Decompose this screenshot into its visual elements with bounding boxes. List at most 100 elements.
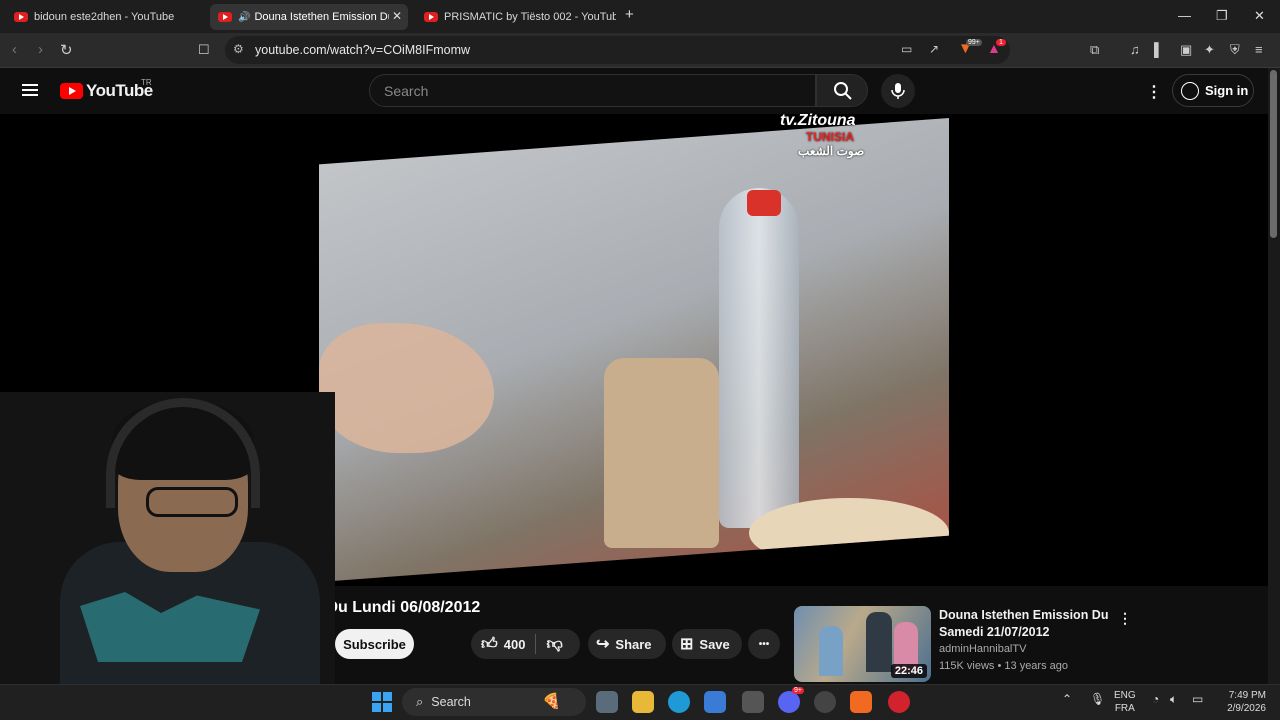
video-hand-shape [319,323,494,453]
tab-prismatic[interactable]: PRISMATIC by Tiësto 002 - YouTube [416,4,616,30]
video-frame [319,118,949,582]
search-input[interactable]: Search [369,74,816,107]
search-icon [834,82,852,100]
task-view-icon[interactable] [596,691,618,713]
forward-icon[interactable]: › [38,41,43,58]
recommended-video[interactable]: 22:46 Douna Istethen Emission Du Samedi … [794,606,1134,682]
watermark-red: TUNISIA [806,130,854,144]
battery-icon[interactable]: ▭ [1192,693,1203,706]
recommended-meta: 115K views • 13 years ago [939,660,1068,672]
like-count: 400 [503,636,526,652]
cast-icon[interactable]: ▭ [901,42,912,56]
show-hidden-icons-icon[interactable]: ⌃ [1062,693,1072,706]
discord-icon[interactable] [778,691,800,713]
microphone-icon [891,83,905,99]
clock-date: 2/9/2026 [1227,703,1266,714]
back-icon[interactable]: ‹ [12,41,17,58]
tab-label: PRISMATIC by Tiësto 002 - YouTube [444,11,616,23]
bookmark-icon[interactable]: ☐ [198,42,210,58]
store-icon[interactable] [704,691,726,713]
brave-badge: 99+ [966,39,982,46]
edge-icon[interactable] [668,691,690,713]
lang-bottom: FRA [1114,703,1135,714]
save-label: Save [699,636,730,652]
clock[interactable]: 7:49 PM 2/9/2026 [1220,689,1266,715]
youtube-favicon-icon [14,12,28,22]
youtube-header: YouTube TR Search ⋮ Sign in [0,68,1268,114]
browser-toolbar: ‹ › ↻ ☐ ⚙ youtube.com/watch?v=COiM8IFmom… [0,33,1280,68]
sidebar-icon[interactable]: ▌ [1154,42,1163,57]
sign-in-button[interactable]: Sign in [1172,74,1254,107]
voice-search-button[interactable] [881,74,915,108]
menu-icon[interactable]: ≡ [1255,42,1263,57]
glasses [146,487,238,517]
windows-taskbar: ⌕ Search 🍕 9+ ⌃ 🎙︎ ENG FRA ◔ 🔈︎ ▭ 7:49 P… [0,684,1280,720]
leo-ai-icon[interactable]: ✦ [1204,42,1215,58]
tab-douna-istethen[interactable]: 🔊 Douna Istethen Emission Du L ✕ [210,4,408,30]
more-actions-button[interactable]: ••• [748,629,780,659]
discord-badge: 9+ [792,687,804,694]
site-settings-icon[interactable]: ⚙ [233,42,244,56]
close-window-button[interactable]: ✕ [1254,8,1265,24]
tab-bidoun[interactable]: bidoun este2dhen - YouTube [6,4,206,30]
minimize-button[interactable]: — [1178,8,1191,23]
restore-button[interactable]: ❐ [1216,8,1228,24]
taskbar-search[interactable]: ⌕ Search 🍕 [402,688,586,716]
file-explorer-icon[interactable] [632,691,654,713]
video-bottle-cap-shape [747,190,781,216]
share-button[interactable]: ↪ Share [588,629,666,659]
share-label: Share [615,636,652,652]
account-icon [1181,81,1199,100]
recommended-channel[interactable]: adminHannibalTV [939,643,1026,655]
search-icon: ⌕ [416,694,424,709]
sign-in-label: Sign in [1205,83,1249,98]
settings-kebab-icon[interactable]: ⋮ [1146,82,1162,102]
youtube-favicon-icon [424,12,438,22]
channel-watermark: tv.Zitouna TUNISIA صوت الشعب [780,112,864,158]
rewards-badge: 1 [996,39,1006,46]
share-page-icon[interactable]: ↗ [929,42,939,56]
windows-start-icon[interactable] [372,692,392,712]
thumbnail-figure [866,612,892,672]
opera-icon[interactable] [888,691,910,713]
vpn-icon[interactable]: ⛨ [1230,42,1240,58]
clock-time: 7:49 PM [1228,690,1266,701]
subscribe-button[interactable]: Subscribe [335,629,414,659]
steam-icon[interactable] [814,691,836,713]
more-label: ••• [758,638,770,650]
close-tab-icon[interactable]: ✕ [392,9,402,23]
brave-icon[interactable] [850,691,872,713]
like-dislike-pill: 👍︎ 400 👎︎ [471,629,580,659]
address-bar[interactable]: ⚙ youtube.com/watch?v=COiM8IFmomw ▭ ↗ [225,36,1010,64]
share-icon: ↪ [596,636,610,653]
like-icon[interactable]: 👍︎ [481,635,498,654]
taskbar-search-label: Search [431,695,471,709]
music-icon[interactable]: ♫ [1130,42,1140,57]
extension-icon[interactable]: ⧉ [1090,42,1099,58]
recommended-title[interactable]: Douna Istethen Emission Du Samedi 21/07/… [939,607,1109,641]
scrollbar-thumb[interactable] [1270,70,1277,238]
volume-icon[interactable]: 🔈︎ [1170,693,1177,706]
thumbnail-figure [819,626,843,676]
app-icon[interactable] [742,691,764,713]
youtube-play-icon [60,83,83,99]
watermark-top: tv.Zitouna [780,112,856,129]
tab-label: Douna Istethen Emission Du L [254,11,390,23]
reload-icon[interactable]: ↻ [60,41,73,59]
guide-menu-icon[interactable] [22,84,38,96]
pill-divider [535,634,537,654]
wifi-icon[interactable]: ◔ [1152,693,1159,706]
youtube-logo[interactable]: YouTube [60,81,153,101]
new-tab-button[interactable]: + [625,6,634,23]
microphone-tray-icon[interactable]: 🎙︎ [1090,693,1105,706]
page-scrollbar[interactable] [1268,68,1280,684]
search-button[interactable] [816,74,868,107]
dislike-icon[interactable]: 👎︎ [546,635,562,654]
language-indicator[interactable]: ENG FRA [1114,689,1136,715]
recommended-menu-icon[interactable]: ⋮ [1118,610,1132,627]
save-button[interactable]: ⊞ Save [672,629,742,659]
youtube-favicon-icon [218,12,232,22]
recommended-thumbnail[interactable]: 22:46 [794,606,931,682]
wallet-icon[interactable]: ▣ [1180,42,1192,58]
pizza-icon: 🍕 [542,693,561,710]
